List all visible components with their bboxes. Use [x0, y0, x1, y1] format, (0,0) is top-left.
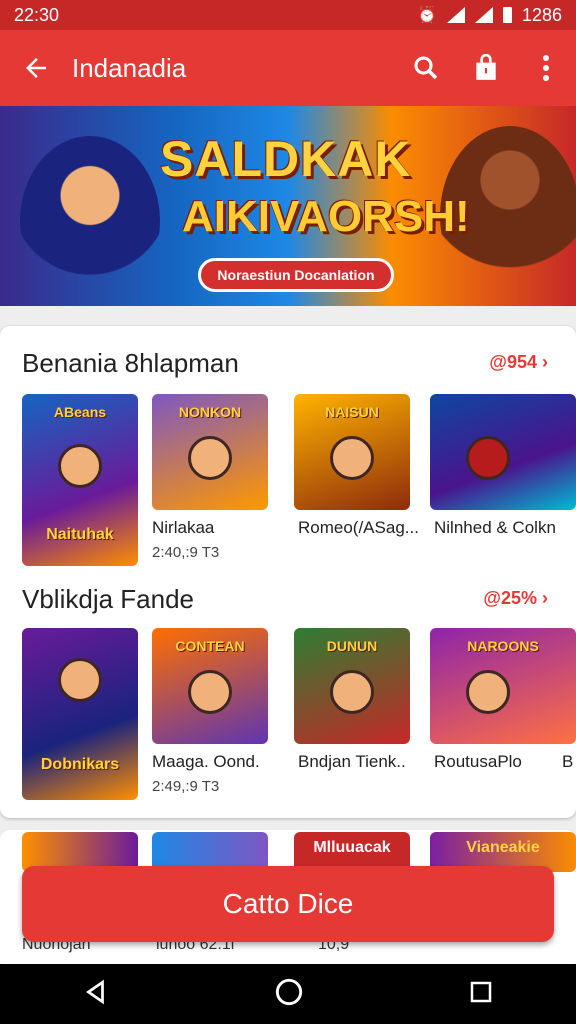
status-bar: 22:30 ⏰ 1286 [0, 0, 576, 30]
game-title: Maaga. Oond. [152, 752, 260, 771]
search-button[interactable] [396, 30, 456, 106]
tile-badge: ABeans [53, 404, 107, 420]
section1-more-link[interactable]: @954 › [489, 352, 548, 373]
status-time: 22:30 [14, 4, 60, 25]
game-tile[interactable]: ABeans Naituhak [22, 394, 138, 566]
more-vert-icon [543, 55, 549, 81]
battery-text: 1286 [521, 4, 562, 25]
banner-title-line1: SALDKAK [160, 131, 412, 187]
nav-home-button[interactable] [275, 978, 303, 1011]
game-subtitle: 2:49,:9 T3 [152, 778, 220, 795]
game-tile[interactable] [430, 394, 576, 510]
tile-art [330, 670, 374, 714]
section1-title: Benania 8hlapman [22, 348, 239, 378]
tile-badge: CONTEAN [175, 638, 245, 654]
tile-art [58, 658, 102, 702]
tile-art-label: Naituhak [46, 526, 114, 543]
tile-badge: NAISUN [325, 404, 379, 420]
tile-art [466, 670, 510, 714]
tile-badge: NONKON [178, 404, 242, 420]
game-title: Bndjan Tienk.. [298, 752, 406, 771]
game-tile[interactable]: NONKON [152, 394, 268, 510]
back-button[interactable] [0, 30, 72, 106]
hero-left-art [20, 136, 160, 306]
game-tile[interactable]: Dobnikars [22, 628, 138, 800]
shop-button[interactable] [456, 30, 516, 106]
section2-more-link[interactable]: @25% › [483, 588, 548, 609]
game-subtitle: 2:40,:9 T3 [152, 544, 220, 561]
primary-action-button[interactable]: Catto Dice [22, 866, 554, 942]
system-nav-bar [0, 964, 576, 1024]
triangle-back-icon [86, 979, 104, 1004]
page-title: Indanadia [72, 52, 187, 83]
arrow-back-icon [26, 58, 46, 78]
tile-badge: DUNUN [326, 638, 378, 654]
tile-art [466, 436, 510, 480]
wifi-icon [474, 7, 493, 23]
tile-badge: Dobnikars [40, 756, 120, 773]
tile-art [330, 436, 374, 480]
game-title: Romeo(/ASag... [298, 518, 419, 537]
game-title: Nilnhed & Colkn [434, 518, 556, 537]
game-tile[interactable]: NAISUN [294, 394, 410, 510]
banner-chip[interactable]: Noraestiun Docanlation [198, 258, 394, 292]
nav-recents-button[interactable] [469, 980, 493, 1009]
search-icon [414, 56, 438, 80]
game-title: Nirlakaa [152, 518, 215, 537]
circle-home-icon [275, 978, 303, 1005]
app-bar: Indanadia [0, 30, 576, 106]
nav-back-button[interactable] [83, 979, 109, 1010]
section2-title: Vblikdja Fande [22, 584, 194, 614]
game-tile[interactable]: DUNUN [294, 628, 410, 744]
tile-art [188, 670, 232, 714]
shopping-bag-icon [476, 54, 496, 80]
promo-banner[interactable]: SALDKAK AIKIVAORSH! Noraestiun Docanlati… [0, 106, 576, 306]
signal-icon [446, 7, 465, 23]
tile-badge: NAROONS [467, 638, 539, 654]
square-recents-icon [470, 981, 492, 1002]
tile-art [188, 436, 232, 480]
more-options-button[interactable] [516, 30, 576, 106]
game-title: B [562, 752, 574, 771]
game-tile[interactable]: CONTEAN [152, 628, 268, 744]
banner-title-line2: AIKIVAORSH! [182, 192, 470, 241]
games-card: Benania 8hlapman @954 › ABeans Naituhak … [0, 326, 576, 818]
battery-icon [502, 7, 512, 23]
alarm-icon: ⏰ [417, 7, 437, 24]
tile-art [58, 444, 102, 488]
game-title: RoutusaPlo [434, 752, 522, 771]
game-tile[interactable]: NAROONS [430, 628, 576, 744]
